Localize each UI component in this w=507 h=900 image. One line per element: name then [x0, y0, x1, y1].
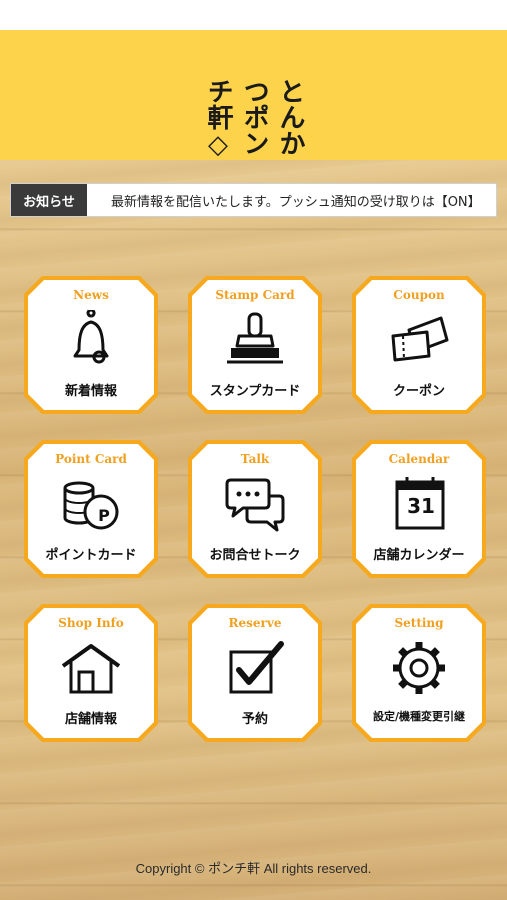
tile-jp-label: 店舗情報 — [64, 712, 117, 727]
logo-text-col3: チ軒◇ — [203, 78, 233, 160]
menu-tile-calendar[interactable]: Calendar 31 店舗カレンダー — [352, 440, 486, 578]
checkbox-icon — [229, 641, 284, 694]
menu-tile-setting[interactable]: Setting 設定/機種変更引継 — [352, 604, 486, 742]
point-letter: P — [98, 506, 110, 525]
tile-jp-label: 店舗カレンダー — [373, 548, 465, 563]
notice-text: 最新情報を配信いたします。プッシュ通知の受け取りは【ON】 — [111, 194, 481, 210]
tile-en-label: Stamp Card — [215, 288, 295, 302]
coins-icon — [63, 481, 119, 530]
tile-jp-label: 新着情報 — [64, 384, 117, 399]
menu-tile-point-card[interactable]: Point Card P ポイントカード — [24, 440, 158, 578]
notice-tag: お知らせ — [11, 184, 87, 216]
logo-text-col1: とんか — [275, 78, 305, 156]
status-bar — [0, 0, 507, 30]
menu-tile-stamp-card[interactable]: Stamp Card スタンプカード — [188, 276, 322, 414]
tile-en-label: News — [73, 288, 109, 302]
tile-jp-label: スタンプカード — [209, 384, 301, 399]
stamp-icon — [227, 312, 283, 364]
logo-text-col2: つポン — [239, 78, 269, 156]
menu-tile-talk[interactable]: Talk お問合せトーク — [188, 440, 322, 578]
app-header: とんか つポン チ軒◇ — [0, 30, 507, 160]
house-icon — [61, 644, 121, 694]
gear-icon — [393, 642, 445, 694]
tile-jp-label: 設定/機種変更引継 — [372, 710, 466, 723]
tile-en-label: Shop Info — [58, 616, 124, 630]
tile-jp-label: 予約 — [241, 712, 268, 727]
tile-en-label: Talk — [240, 452, 270, 466]
tile-en-label: Calendar — [388, 452, 450, 466]
coupon-icon — [391, 316, 449, 362]
calendar-day: 31 — [407, 494, 435, 518]
menu-tile-coupon[interactable]: Coupon クーポン — [352, 276, 486, 414]
chat-icon — [225, 478, 285, 532]
tile-en-label: Setting — [394, 616, 444, 630]
tile-en-label: Coupon — [393, 288, 445, 302]
menu-tile-reserve[interactable]: Reserve 予約 — [188, 604, 322, 742]
tile-jp-label: お問合せトーク — [209, 548, 301, 563]
bell-icon — [73, 310, 109, 364]
notice-bar[interactable]: お知らせ 最新情報を配信いたします。プッシュ通知の受け取りは【ON】 — [10, 183, 497, 217]
tile-en-label: Reserve — [228, 616, 282, 630]
copyright-footer: Copyright © ポンチ軒 All rights reserved. — [135, 861, 372, 876]
tile-en-label: Point Card — [55, 452, 127, 466]
menu-tile-shop-info[interactable]: Shop Info 店舗情報 — [24, 604, 158, 742]
tile-jp-label: クーポン — [392, 384, 445, 399]
tile-jp-label: ポイントカード — [45, 548, 137, 563]
menu-tile-news[interactable]: News 新着情報 — [24, 276, 158, 414]
